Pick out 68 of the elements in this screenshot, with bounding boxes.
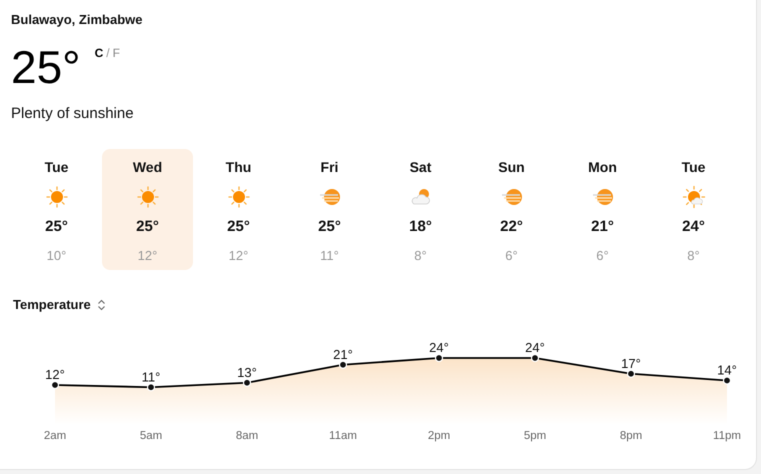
data-point (50, 380, 60, 389)
location-title: Bulawayo, Zimbabwe (11, 11, 144, 29)
data-point (626, 369, 636, 378)
day-forecast[interactable]: Tue 25° 10° (11, 149, 102, 270)
day-forecast[interactable]: Sun 22° 6° (466, 149, 557, 270)
day-forecast[interactable]: Mon 21° 6° (557, 149, 648, 270)
day-forecast[interactable]: Fri 25° 11° (284, 149, 375, 270)
high-temperature: 25° (45, 217, 68, 237)
temperature-label: 12° (45, 366, 65, 382)
day-forecast[interactable]: Wed 25° 12° (102, 149, 193, 270)
high-temperature: 25° (318, 217, 341, 237)
time-label: 5am (140, 430, 162, 442)
time-label: 8pm (620, 430, 642, 442)
data-point (722, 376, 732, 384)
sun-icon (44, 185, 68, 209)
time-label: 2pm (428, 430, 450, 442)
day-forecast[interactable]: Tue 24° 8° (648, 149, 739, 270)
low-temperature: 8° (414, 246, 427, 264)
sun-cloud-icon (682, 185, 706, 209)
day-forecast[interactable]: Sat 18° 8° (375, 149, 466, 270)
unit-toggle[interactable]: C (94, 44, 104, 62)
low-temperature: 6° (505, 246, 518, 264)
metric-selector[interactable]: Temperature (13, 295, 106, 314)
day-name: Sat (410, 158, 432, 176)
low-temperature: 11° (320, 246, 339, 264)
day-name: Thu (226, 158, 252, 176)
day-name: Mon (588, 158, 617, 176)
day-name: Sun (498, 158, 525, 176)
low-temperature: 12° (228, 246, 248, 264)
low-temperature: 10° (46, 246, 66, 264)
time-label: 11pm (713, 430, 741, 442)
day-name: Wed (132, 158, 162, 176)
day-name: Fri (320, 158, 338, 176)
time-label: 11am (329, 430, 357, 442)
data-point (242, 378, 252, 386)
low-temperature: 12° (138, 246, 158, 264)
temperature-label: 14° (717, 362, 737, 377)
high-temperature: 22° (500, 217, 523, 237)
sun-icon (136, 185, 160, 209)
current-temperature: 25° (11, 42, 81, 92)
data-point (146, 382, 156, 391)
time-label: 2am (44, 430, 66, 442)
data-point (530, 353, 540, 362)
temperature-label: 24° (525, 340, 545, 354)
day-name: Tue (682, 158, 706, 176)
time-label: 8am (236, 430, 258, 442)
data-point (338, 360, 348, 368)
low-temperature: 8° (687, 246, 700, 264)
high-temperature: 24° (682, 217, 705, 237)
sun-icon (226, 185, 250, 209)
unit-separator: / (106, 44, 110, 62)
condition-text: Plenty of sunshine (11, 104, 135, 124)
time-label: 5pm (524, 430, 546, 442)
day-forecast[interactable]: Thu 25° 12° (193, 149, 284, 270)
high-temperature: 25° (227, 217, 250, 237)
data-point (434, 353, 444, 362)
high-temperature: 18° (409, 217, 432, 237)
high-temperature: 21° (591, 217, 614, 237)
temperature-label: 21° (333, 346, 353, 362)
temperature-label: 17° (621, 355, 641, 370)
low-temperature: 6° (596, 246, 609, 264)
temperature-label: 13° (237, 364, 257, 380)
day-name: Tue (44, 158, 68, 176)
temperature-label: 24° (429, 340, 449, 354)
high-temperature: 25° (136, 217, 159, 237)
chevron-up-down-icon (96, 298, 106, 311)
temperature-label: 11° (142, 368, 160, 384)
unit-toggle[interactable]: F (112, 44, 120, 62)
